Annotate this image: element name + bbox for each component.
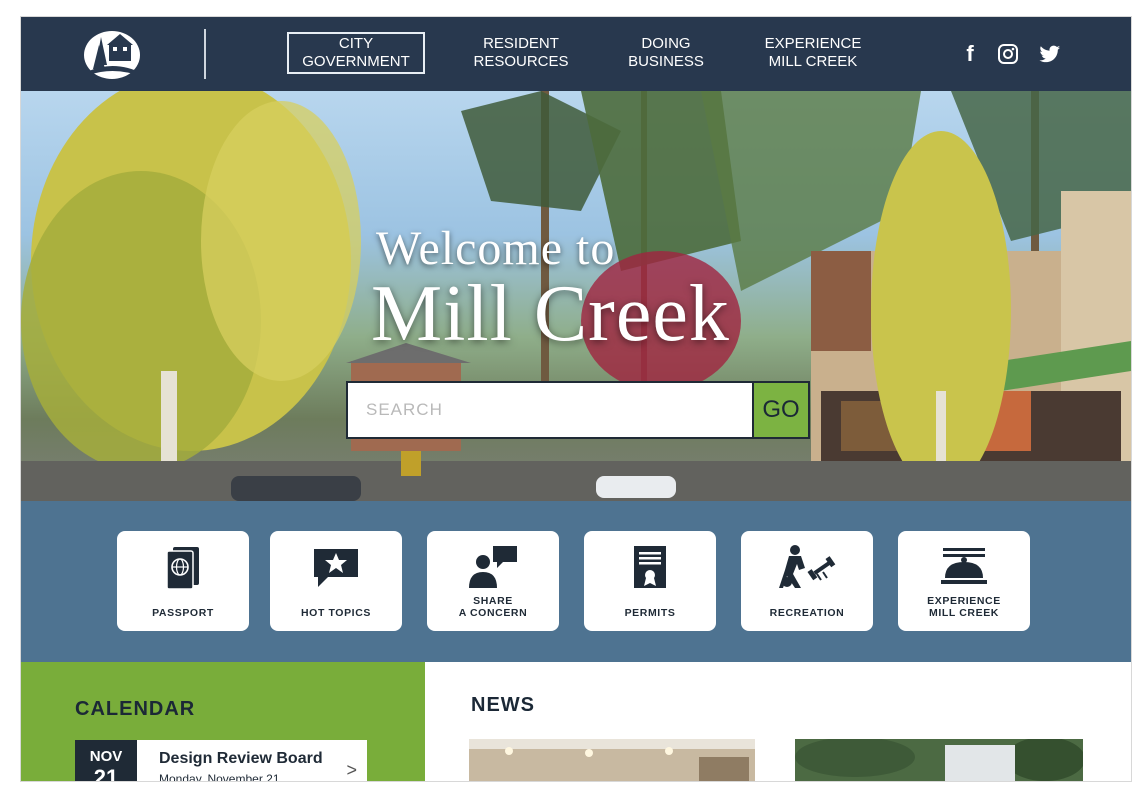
quick-link-experience-mill-creek[interactable]: Experience Mill Creek xyxy=(898,531,1030,631)
passport-icon xyxy=(153,543,213,591)
nav-experience-mill-creek[interactable]: Experience Mill Creek xyxy=(745,32,881,74)
news-title: NEWS xyxy=(471,694,535,716)
chevron-right-icon[interactable]: > xyxy=(346,760,357,781)
search-input[interactable] xyxy=(348,383,752,437)
permit-icon xyxy=(620,543,680,591)
dining-icon xyxy=(934,543,994,591)
quick-link-hot-topics[interactable]: Hot Topics xyxy=(270,531,402,631)
event-date-text: Monday, November 21 xyxy=(159,772,280,782)
nav-resident-resources[interactable]: Resident Resources xyxy=(461,32,581,74)
nav-doing-business[interactable]: Doing Business xyxy=(611,32,721,74)
instagram-icon[interactable] xyxy=(995,41,1021,67)
news-card-image-2[interactable] xyxy=(795,739,1083,781)
share-concern-icon xyxy=(463,543,523,591)
nav-city-government[interactable]: City Government xyxy=(287,32,425,74)
hero-banner: Welcome to Mill Creek GO xyxy=(21,91,1131,501)
search-go-button[interactable]: GO xyxy=(752,383,808,437)
hot-topics-icon xyxy=(306,543,366,591)
facebook-icon[interactable]: f xyxy=(957,41,983,67)
calendar-title: CALENDAR xyxy=(75,698,196,720)
quick-link-passport[interactable]: Passport xyxy=(117,531,249,631)
news-card-image-1[interactable] xyxy=(469,739,755,781)
site-header: City Government Resident Resources Doing… xyxy=(21,17,1131,91)
calendar-section: CALENDAR NOV 21 Design Review Board Mond… xyxy=(21,662,425,782)
quick-link-recreation[interactable]: Recreation xyxy=(741,531,873,631)
recreation-icon xyxy=(777,543,837,591)
calendar-event[interactable]: NOV 21 Design Review Board Monday, Novem… xyxy=(75,740,367,782)
logo-divider xyxy=(204,29,206,79)
quick-link-permits[interactable]: Permits xyxy=(584,531,716,631)
page-frame: City Government Resident Resources Doing… xyxy=(20,16,1132,782)
twitter-icon[interactable] xyxy=(1037,41,1063,67)
city-logo[interactable] xyxy=(79,25,145,83)
quick-link-share-concern[interactable]: Share A Concern xyxy=(427,531,559,631)
event-date-badge: NOV 21 xyxy=(75,740,137,781)
hero-welcome-text: Welcome to xyxy=(376,222,616,275)
quick-links-band: Passport Hot Topics Share A Concern Perm… xyxy=(21,501,1131,662)
search-bar: GO xyxy=(346,381,810,439)
hero-title: Mill Creek xyxy=(371,270,730,358)
event-name: Design Review Board xyxy=(159,750,323,767)
